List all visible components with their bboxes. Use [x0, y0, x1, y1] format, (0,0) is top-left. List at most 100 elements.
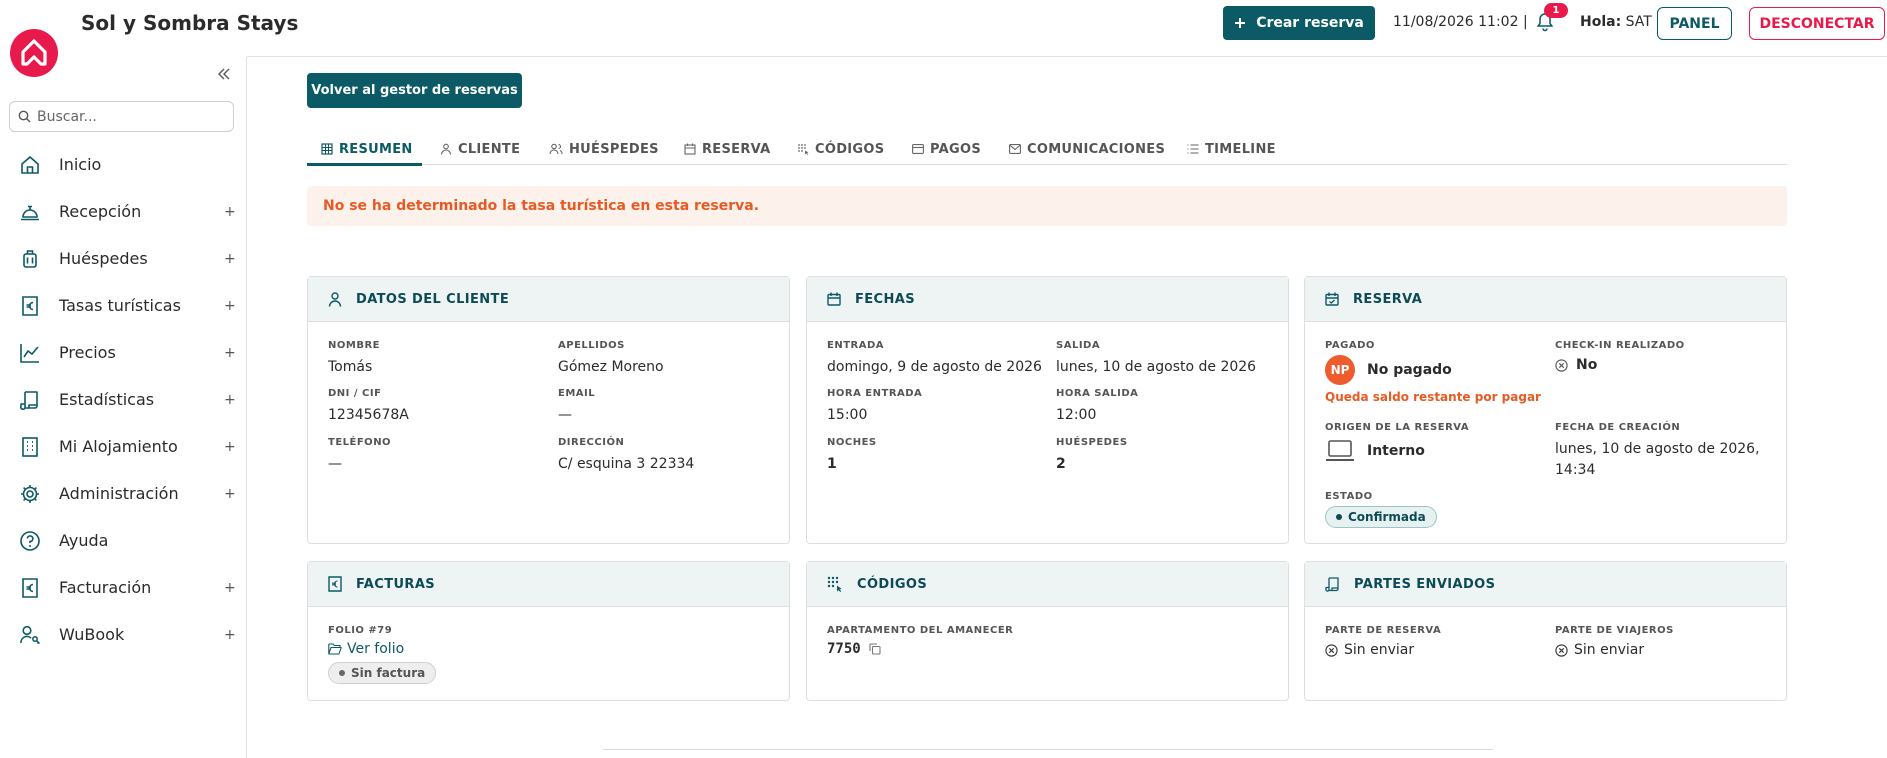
sidebar-item-huespedes[interactable]: Huéspedes +	[0, 235, 246, 282]
apartment-code: APARTAMENTO DEL AMANECER 7750	[827, 625, 1014, 657]
sidebar-item-administracion[interactable]: Administración +	[0, 470, 246, 517]
card-title: CÓDIGOS	[857, 576, 928, 592]
tab-label: HUÉSPEDES	[569, 141, 659, 157]
grid-icon	[321, 143, 333, 155]
x-circle-icon	[1325, 643, 1338, 657]
field-parte-reserva: PARTE DE RESERVA Sin enviar	[1325, 625, 1442, 658]
tab-timeline[interactable]: TIMELINE	[1187, 133, 1276, 165]
euro-receipt-icon	[328, 576, 342, 592]
greeting: Hola: SAT	[1580, 14, 1652, 30]
expand-icon: +	[224, 485, 236, 502]
tab-label: RESERVA	[702, 141, 771, 157]
search-input[interactable]	[37, 108, 217, 125]
field-hora-salida: HORA SALIDA 12:00	[1056, 388, 1139, 423]
tab-reserva[interactable]: RESERVA	[684, 133, 770, 165]
expand-icon: +	[224, 438, 236, 455]
tab-codigos[interactable]: CÓDIGOS	[797, 133, 884, 165]
dates-card: FECHAS ENTRADA domingo, 9 de agosto de 20…	[806, 276, 1289, 544]
laptop-icon	[1326, 440, 1354, 461]
card-title: DATOS DEL CLIENTE	[356, 291, 510, 307]
sidebar-item-label: Precios	[59, 343, 116, 362]
sidebar-item-facturacion[interactable]: Facturación +	[0, 564, 246, 611]
codes-card: CÓDIGOS APARTAMENTO DEL AMANECER 7750	[806, 561, 1289, 701]
field-telefono: TELÉFONO —	[328, 437, 392, 472]
tab-pagos[interactable]: PAGOS	[912, 133, 981, 165]
greeting-label: Hola:	[1580, 14, 1622, 30]
field-direccion: DIRECCIÓN C/ esquina 3 22334	[558, 437, 695, 472]
euro-receipt-icon	[22, 296, 38, 316]
status-badge: Confirmada	[1325, 506, 1437, 528]
expand-icon: +	[224, 203, 236, 220]
tab-label: RESUMEN	[339, 141, 413, 157]
list-icon	[1187, 144, 1199, 154]
current-datetime: 11/08/2026 11:02 |	[1393, 14, 1528, 30]
field-apellidos: APELLIDOS Gómez Moreno	[558, 340, 664, 375]
expand-icon: +	[224, 297, 236, 314]
field-noches: NOCHES 1	[827, 437, 877, 472]
field-origen: ORIGEN DE LA RESERVA Interno	[1325, 422, 1469, 463]
sidebar-item-recepcion[interactable]: Recepción +	[0, 188, 246, 235]
collapse-sidebar-button[interactable]	[217, 67, 231, 81]
sidebar-item-wubook[interactable]: WuBook +	[0, 611, 246, 658]
field-checkin: CHECK-IN REALIZADO No	[1555, 340, 1685, 373]
keypad-icon	[827, 576, 842, 592]
search-box[interactable]	[9, 101, 234, 132]
sidebar-item-label: Administración	[59, 484, 179, 503]
x-circle-icon	[1555, 358, 1568, 372]
folio-section: FOLIO #79 Ver folio Sin factura	[328, 625, 437, 684]
plus-icon	[1235, 18, 1246, 28]
sidebar-item-ayuda[interactable]: Ayuda	[0, 517, 246, 564]
tab-comunicaciones[interactable]: COMUNICACIONES	[1009, 133, 1165, 165]
tab-label: CLIENTE	[458, 141, 521, 157]
notification-count-badge: 1	[1544, 3, 1568, 18]
field-dni: DNI / CIF 12345678A	[328, 388, 409, 423]
card-title: FECHAS	[855, 291, 916, 307]
balance-warning: Queda saldo restante por pagar	[1325, 390, 1541, 404]
sidebar-item-inicio[interactable]: Inicio	[0, 141, 246, 188]
header-divider	[247, 56, 1887, 57]
tourist-tax-alert: No se ha determinado la tasa turística e…	[307, 186, 1787, 226]
building-icon	[22, 437, 38, 457]
card-header: FACTURAS	[308, 562, 789, 607]
calendar-check-icon	[1325, 292, 1339, 306]
user-name: SAT	[1625, 14, 1652, 30]
field-hora-entrada: HORA ENTRADA 15:00	[827, 388, 923, 423]
sidebar-item-tasas-turisticas[interactable]: Tasas turísticas +	[0, 282, 246, 329]
folder-open-icon	[328, 643, 342, 655]
copy-icon[interactable]	[869, 643, 881, 655]
field-pagado: PAGADO NP No pagado Queda saldo restante…	[1325, 340, 1541, 404]
sidebar-item-label: Ayuda	[59, 531, 109, 550]
tab-cliente[interactable]: CLIENTE	[440, 133, 520, 165]
view-folio-link[interactable]: Ver folio	[328, 641, 436, 657]
invoices-card: FACTURAS FOLIO #79 Ver folio Sin factura	[307, 561, 790, 701]
sidebar-item-estadisticas[interactable]: Estadísticas +	[0, 376, 246, 423]
panel-button[interactable]: PANEL	[1657, 7, 1732, 40]
client-data-card: DATOS DEL CLIENTE NOMBRE Tomás APELLIDOS G…	[307, 276, 790, 544]
mail-icon	[1009, 144, 1021, 154]
help-icon	[20, 531, 40, 551]
expand-icon: +	[224, 626, 236, 643]
logout-button[interactable]: DESCONECTAR	[1749, 7, 1885, 40]
footer-divider	[603, 749, 1493, 750]
card-title: RESERVA	[1353, 291, 1423, 307]
tab-label: CÓDIGOS	[815, 141, 885, 157]
sidebar-item-label: WuBook	[59, 625, 125, 644]
create-reservation-button[interactable]: Crear reserva	[1223, 6, 1375, 40]
sidebar-nav: Inicio Recepción + Huéspedes + Tasas tur…	[0, 141, 246, 658]
sidebar-item-precios[interactable]: Precios +	[0, 329, 246, 376]
brand-name: Sol y Sombra Stays	[81, 11, 299, 35]
card-header: DATOS DEL CLIENTE	[308, 277, 789, 322]
payment-status: No pagado	[1367, 362, 1452, 378]
back-to-manager-button[interactable]: Volver al gestor de reservas	[307, 73, 522, 108]
reports-sent-card: PARTES ENVIADOS PARTE DE RESERVA Sin env…	[1304, 561, 1787, 701]
sidebar-item-mi-alojamiento[interactable]: Mi Alojamiento +	[0, 423, 246, 470]
search-icon	[18, 110, 31, 123]
tab-huespedes[interactable]: HUÉSPEDES	[549, 133, 659, 165]
users-icon	[549, 143, 563, 155]
card-icon	[912, 144, 924, 154]
sidebar-item-label: Huéspedes	[59, 249, 148, 268]
double-chevron-left-icon	[218, 68, 230, 80]
field-huespedes: HUÉSPEDES 2	[1056, 437, 1128, 472]
card-header: FECHAS	[807, 277, 1288, 322]
tab-resumen[interactable]: RESUMEN	[321, 133, 413, 165]
